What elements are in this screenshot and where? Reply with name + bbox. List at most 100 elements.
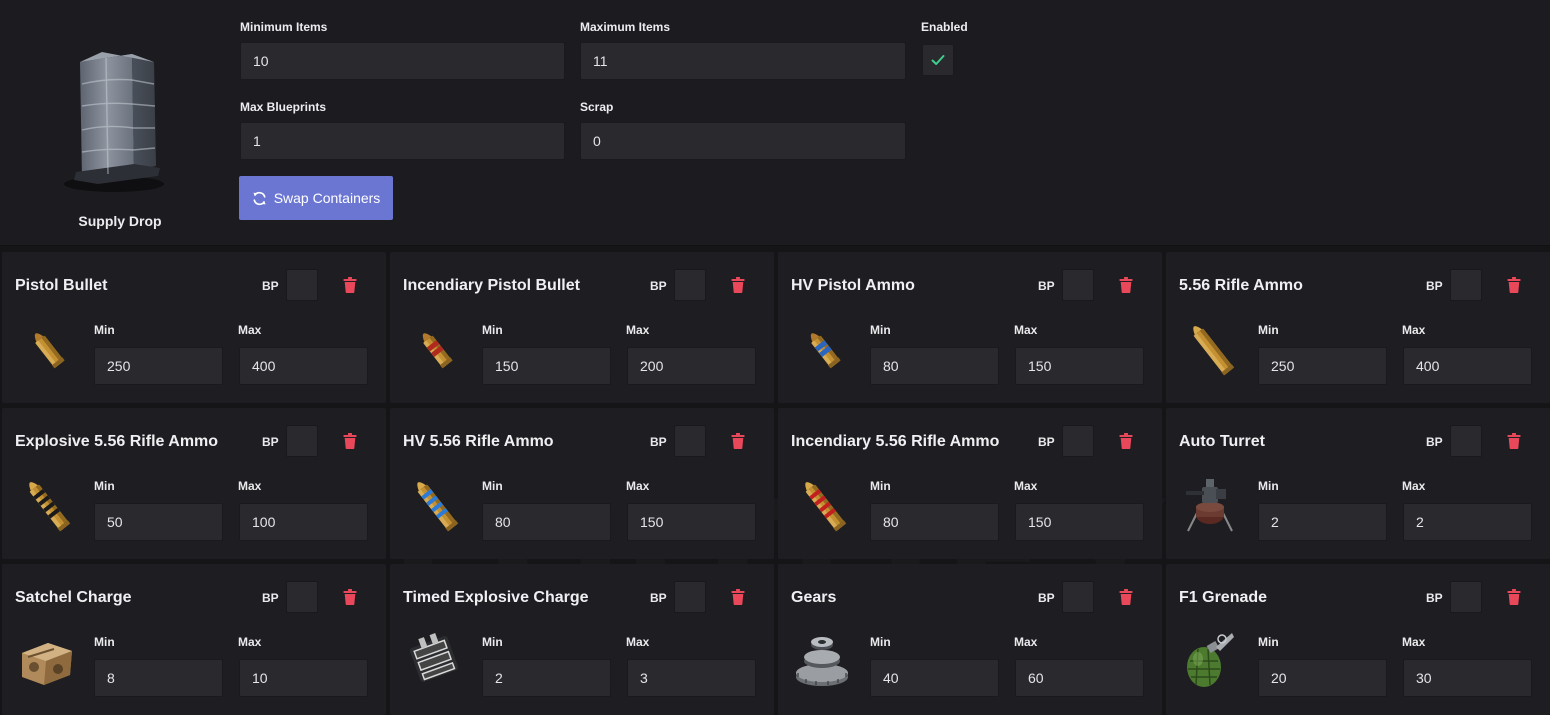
trash-icon[interactable] (1507, 277, 1521, 293)
trash-icon[interactable] (1119, 589, 1133, 605)
min-input[interactable] (870, 347, 999, 385)
item-name: Auto Turret (1179, 433, 1265, 450)
item-name: Explosive 5.56 Rifle Ammo (15, 433, 219, 450)
min-label: Min (482, 479, 503, 493)
max-label: Max (238, 635, 262, 649)
item-name: HV 5.56 Rifle Ammo (403, 433, 554, 450)
max-input[interactable] (1403, 503, 1532, 541)
max-items-input[interactable] (580, 42, 906, 80)
item-name: 5.56 Rifle Ammo (1179, 277, 1303, 294)
scrap-label: Scrap (580, 100, 614, 114)
max-label: Max (626, 635, 650, 649)
min-input[interactable] (870, 503, 999, 541)
item-name: Pistol Bullet (15, 277, 108, 294)
loot-item-card: HV 5.56 Rifle Ammo BP Min Max (390, 408, 774, 559)
loot-item-card: Timed Explosive Charge BP Min Max (390, 564, 774, 715)
min-input[interactable] (94, 347, 223, 385)
min-input[interactable] (94, 503, 223, 541)
blueprint-checkbox[interactable] (286, 425, 318, 457)
min-input[interactable] (482, 503, 611, 541)
max-input[interactable] (1403, 659, 1532, 697)
loot-item-card: 5.56 Rifle Ammo BP Min Max (1166, 252, 1550, 403)
max-input[interactable] (627, 503, 756, 541)
max-input[interactable] (1015, 503, 1144, 541)
trash-icon[interactable] (731, 433, 745, 449)
blueprint-checkbox[interactable] (674, 269, 706, 301)
min-input[interactable] (1258, 503, 1387, 541)
min-label: Min (870, 323, 891, 337)
max-input[interactable] (239, 659, 368, 697)
blueprint-checkbox[interactable] (1062, 269, 1094, 301)
min-input[interactable] (1258, 347, 1387, 385)
blueprint-checkbox[interactable] (1062, 425, 1094, 457)
trash-icon[interactable] (731, 277, 745, 293)
max-label: Max (1402, 323, 1426, 337)
min-label: Min (94, 635, 115, 649)
min-label: Min (1258, 479, 1279, 493)
item-name: HV Pistol Ammo (791, 277, 915, 294)
max-input[interactable] (627, 659, 756, 697)
max-input[interactable] (1015, 347, 1144, 385)
bp-label: BP (1038, 435, 1055, 449)
swap-button-label: Swap Containers (273, 190, 381, 206)
min-input[interactable] (482, 659, 611, 697)
swap-containers-button[interactable]: Swap Containers (239, 176, 393, 220)
trash-icon[interactable] (343, 433, 357, 449)
scrap-input[interactable] (580, 122, 906, 160)
enabled-checkbox[interactable] (922, 44, 954, 76)
loot-item-card: Satchel Charge BP Min Max (2, 564, 386, 715)
bp-label: BP (1426, 279, 1443, 293)
item-name: F1 Grenade (1179, 589, 1268, 606)
min-input[interactable] (482, 347, 611, 385)
loot-item-card: Explosive 5.56 Rifle Ammo BP Min Max (2, 408, 386, 559)
min-label: Min (870, 479, 891, 493)
min-label: Min (1258, 635, 1279, 649)
blueprint-checkbox[interactable] (286, 581, 318, 613)
max-input[interactable] (1403, 347, 1532, 385)
item-name: Incendiary 5.56 Rifle Ammo (791, 433, 1000, 450)
bp-label: BP (262, 279, 279, 293)
max-input[interactable] (627, 347, 756, 385)
min-input[interactable] (1258, 659, 1387, 697)
loot-item-card: F1 Grenade BP Min Max (1166, 564, 1550, 715)
loot-item-card: Gears BP Min Max (778, 564, 1162, 715)
bp-label: BP (1038, 279, 1055, 293)
trash-icon[interactable] (1507, 433, 1521, 449)
min-label: Min (482, 323, 503, 337)
min-input[interactable] (94, 659, 223, 697)
min-items-input[interactable] (240, 42, 565, 80)
max-input[interactable] (239, 503, 368, 541)
blueprint-checkbox[interactable] (674, 425, 706, 457)
trash-icon[interactable] (731, 589, 745, 605)
loot-item-card: Pistol Bullet BP Min Max (2, 252, 386, 403)
min-label: Min (870, 635, 891, 649)
max-label: Max (238, 323, 262, 337)
bp-label: BP (650, 279, 667, 293)
trash-icon[interactable] (1507, 589, 1521, 605)
blueprint-checkbox[interactable] (286, 269, 318, 301)
max-blueprints-label: Max Blueprints (240, 100, 327, 114)
trash-icon[interactable] (1119, 277, 1133, 293)
max-label: Max (1402, 635, 1426, 649)
min-input[interactable] (870, 659, 999, 697)
trash-icon[interactable] (343, 589, 357, 605)
max-label: Max (238, 479, 262, 493)
bp-label: BP (650, 435, 667, 449)
trash-icon[interactable] (343, 277, 357, 293)
max-input[interactable] (1015, 659, 1144, 697)
max-blueprints-input[interactable] (240, 122, 565, 160)
max-items-label: Maximum Items (580, 20, 671, 34)
min-label: Min (94, 479, 115, 493)
max-input[interactable] (239, 347, 368, 385)
blueprint-checkbox[interactable] (1450, 425, 1482, 457)
blueprint-checkbox[interactable] (1450, 269, 1482, 301)
item-name: Timed Explosive Charge (403, 589, 589, 606)
blueprint-checkbox[interactable] (1062, 581, 1094, 613)
max-label: Max (626, 479, 650, 493)
blueprint-checkbox[interactable] (1450, 581, 1482, 613)
max-label: Max (1014, 635, 1038, 649)
enabled-label: Enabled (921, 20, 968, 34)
trash-icon[interactable] (1119, 433, 1133, 449)
bp-label: BP (650, 591, 667, 605)
blueprint-checkbox[interactable] (674, 581, 706, 613)
